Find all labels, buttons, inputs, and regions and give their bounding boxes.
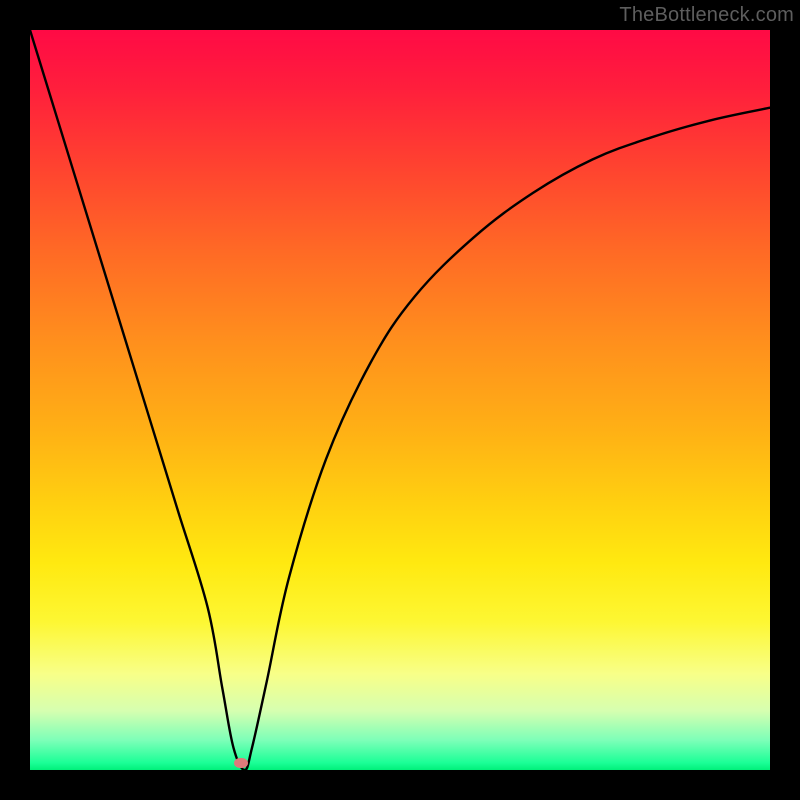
watermark-text: TheBottleneck.com: [619, 4, 794, 27]
min-dot: [234, 758, 248, 768]
plot-area: [30, 30, 770, 770]
curve-path: [30, 30, 770, 770]
chart-frame: TheBottleneck.com: [0, 0, 800, 800]
curve-svg: [30, 30, 770, 770]
